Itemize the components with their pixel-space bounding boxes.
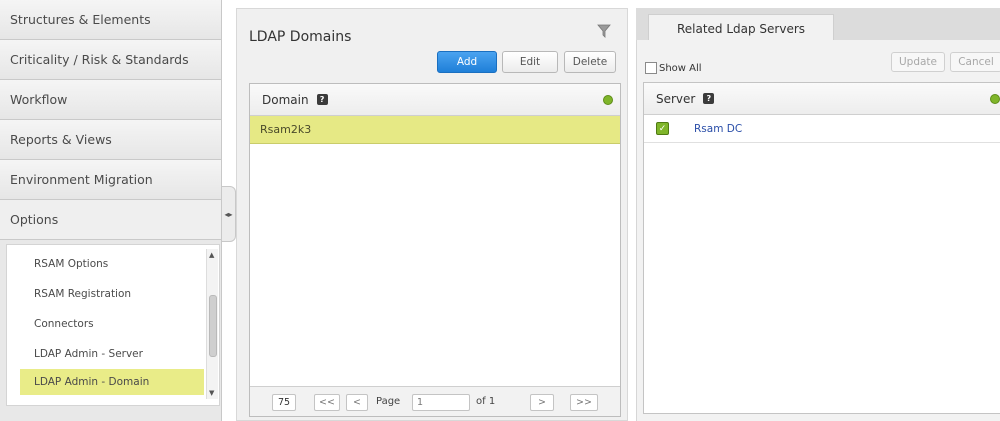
nav-section-environment-migration[interactable]: Environment Migration xyxy=(0,160,221,200)
options-submenu: RSAM Options RSAM Registration Connector… xyxy=(6,244,220,406)
page-number-input[interactable]: 1 xyxy=(412,394,470,411)
left-navigation: Structures & Elements Criticality / Risk… xyxy=(0,0,222,421)
page-size-field[interactable]: 75 xyxy=(272,394,296,411)
panel-title: LDAP Domains xyxy=(249,29,352,45)
table-row[interactable]: Rsam2k3 xyxy=(250,116,620,144)
help-icon[interactable]: ? xyxy=(703,93,715,104)
checked-checkbox-icon[interactable]: ✓ xyxy=(656,122,669,135)
page-label: Page xyxy=(376,396,401,407)
add-column-icon[interactable] xyxy=(990,94,1000,104)
related-body: Show All Update Cancel Server ? ✓ Rsam D… xyxy=(636,40,1000,421)
filter-icon[interactable] xyxy=(597,23,611,39)
nav-section-reports[interactable]: Reports & Views xyxy=(0,120,221,160)
nav-section-structures[interactable]: Structures & Elements xyxy=(0,0,221,40)
sub-item-rsam-registration[interactable]: RSAM Registration xyxy=(20,281,204,307)
domains-grid: Domain ? Rsam2k3 75 << < Page 1 of 1 > >… xyxy=(249,83,621,417)
pagination-bar: 75 << < Page 1 of 1 > >> xyxy=(250,386,620,416)
page-count-label: of 1 xyxy=(476,396,496,407)
collapse-handle-icon[interactable]: ◂▸ xyxy=(222,186,236,242)
submenu-scrollbar[interactable]: ▲ ▼ xyxy=(206,249,218,399)
scrollbar-thumb[interactable] xyxy=(209,295,217,357)
table-row[interactable]: ✓ Rsam DC xyxy=(644,115,1000,143)
server-column-label: Server xyxy=(656,91,696,106)
last-page-button[interactable]: >> xyxy=(570,394,598,411)
domain-cell: Rsam2k3 xyxy=(260,123,312,136)
sub-item-ldap-admin-server[interactable]: LDAP Admin - Server xyxy=(20,341,204,367)
domain-column-header[interactable]: Domain ? xyxy=(250,84,620,116)
help-icon[interactable]: ? xyxy=(316,94,328,105)
tab-related-ldap-servers[interactable]: Related Ldap Servers xyxy=(648,14,834,42)
sub-item-connectors[interactable]: Connectors xyxy=(20,311,204,337)
add-column-icon[interactable] xyxy=(603,95,613,105)
nav-section-workflow[interactable]: Workflow xyxy=(0,80,221,120)
first-page-button[interactable]: << xyxy=(314,394,340,411)
cancel-button[interactable]: Cancel xyxy=(950,52,1000,72)
edit-button[interactable]: Edit xyxy=(502,51,558,73)
related-ldap-servers-panel: Related Ldap Servers Show All Update Can… xyxy=(636,8,1000,421)
server-link[interactable]: Rsam DC xyxy=(694,123,742,135)
next-page-button[interactable]: > xyxy=(530,394,554,411)
domain-column-label: Domain xyxy=(262,92,309,107)
delete-button[interactable]: Delete xyxy=(564,51,616,73)
scroll-up-icon[interactable]: ▲ xyxy=(209,251,214,259)
add-button[interactable]: Add xyxy=(437,51,497,73)
tab-bar: Related Ldap Servers xyxy=(636,8,1000,42)
page-number-value: 1 xyxy=(417,397,424,408)
prev-page-button[interactable]: < xyxy=(346,394,368,411)
update-button[interactable]: Update xyxy=(891,52,945,72)
servers-grid: Server ? ✓ Rsam DC xyxy=(643,82,1000,414)
nav-section-criticality[interactable]: Criticality / Risk & Standards xyxy=(0,40,221,80)
server-column-header[interactable]: Server ? xyxy=(644,83,1000,115)
checkbox-icon[interactable] xyxy=(645,62,657,74)
sub-item-ldap-admin-domain[interactable]: LDAP Admin - Domain xyxy=(20,369,204,395)
sub-item-rsam-options[interactable]: RSAM Options xyxy=(20,251,204,277)
nav-section-options[interactable]: Options xyxy=(0,200,221,240)
show-all-label: Show All xyxy=(659,62,702,74)
show-all-toggle[interactable]: Show All xyxy=(645,62,702,74)
scroll-down-icon[interactable]: ▼ xyxy=(209,389,214,397)
ldap-domains-panel: LDAP Domains Add Edit Delete Domain ? Rs… xyxy=(236,8,628,421)
